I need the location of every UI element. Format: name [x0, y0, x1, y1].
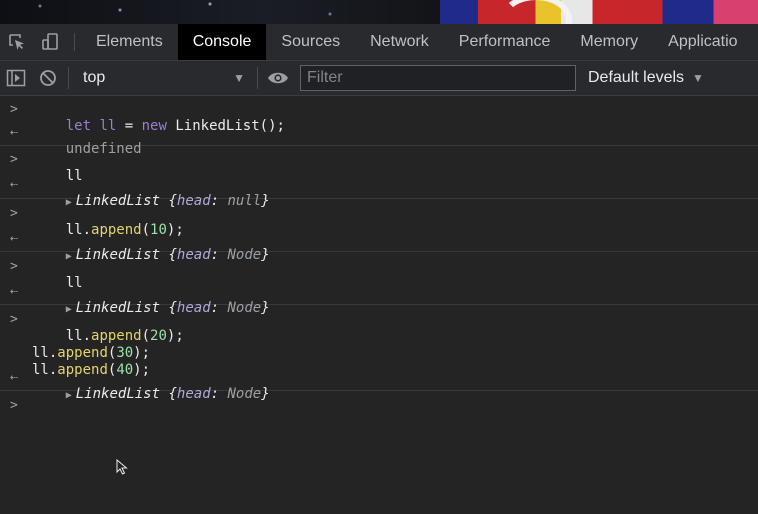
banner-artwork	[440, 0, 758, 24]
input-chevron-icon: >	[10, 206, 18, 221]
tab-console[interactable]: Console	[177, 24, 267, 60]
devtools-tabbar: Elements Console Sources Network Perform…	[0, 24, 758, 61]
tab-sources[interactable]: Sources	[266, 24, 355, 60]
tab-performance[interactable]: Performance	[444, 24, 566, 60]
context-selector[interactable]: top ▼	[73, 61, 253, 95]
console-input-entry[interactable]: > ll	[0, 146, 758, 184]
console-output[interactable]: > let ll = new LinkedList(); ⇠ undefined >…	[0, 96, 758, 514]
inspect-element-icon[interactable]	[0, 24, 34, 60]
context-selector-label: top	[83, 69, 106, 86]
input-chevron-icon: >	[10, 102, 18, 117]
console-input-entry[interactable]: > ll.append(20); ll.append(30); ll.append…	[0, 305, 758, 378]
tab-divider	[74, 33, 75, 51]
chevron-down-icon: ▼	[233, 71, 245, 85]
input-chevron-icon: >	[10, 312, 18, 327]
log-levels-dropdown[interactable]: Default levels ▼	[588, 69, 704, 87]
tab-memory[interactable]: Memory	[565, 24, 653, 60]
console-output-entry: ⇠ undefined	[0, 120, 758, 157]
tab-network[interactable]: Network	[355, 24, 444, 60]
output-return-icon: ⇠	[10, 177, 18, 192]
console-output-entry[interactable]: ⇠ ▶ LinkedList {head: Node}	[0, 363, 758, 402]
console-input-entry[interactable]: > let ll = new LinkedList();	[0, 96, 758, 134]
output-return-icon: ⇠	[10, 284, 18, 299]
output-return-icon: ⇠	[10, 370, 18, 385]
device-toolbar-icon[interactable]	[34, 24, 68, 60]
console-input-entry[interactable]: > ll.append(10);	[0, 199, 758, 238]
console-toolbar: top ▼ Default levels ▼	[0, 61, 758, 96]
sidebar-toggle-icon[interactable]	[0, 61, 32, 95]
page-banner-strip	[0, 0, 758, 24]
toolbar-divider	[257, 67, 258, 89]
clear-console-icon[interactable]	[32, 61, 64, 95]
output-return-icon: ⇠	[10, 231, 18, 246]
tab-application[interactable]: Applicatio	[653, 24, 752, 60]
mouse-pointer-icon	[116, 459, 128, 475]
input-chevron-icon: >	[10, 259, 18, 274]
chevron-down-icon: ▼	[692, 71, 704, 85]
output-return-icon: ⇠	[10, 125, 18, 140]
toolbar-divider	[68, 67, 69, 89]
console-input-entry[interactable]: > ll	[0, 252, 758, 291]
input-chevron-icon: >	[10, 152, 18, 167]
filter-input[interactable]	[300, 65, 576, 91]
tab-elements[interactable]: Elements	[81, 24, 178, 60]
console-output-entry[interactable]: ⇠ ▶ LinkedList {head: null}	[0, 170, 758, 209]
log-levels-label: Default levels	[588, 69, 685, 86]
console-output-entry[interactable]: ⇠ ▶ LinkedList {head: Node}	[0, 224, 758, 263]
live-expression-eye-icon[interactable]	[262, 61, 294, 95]
console-prompt[interactable]: >	[0, 391, 758, 421]
prompt-chevron-icon: >	[10, 398, 18, 413]
console-output-entry[interactable]: ⇠ ▶ LinkedList {head: Node}	[0, 277, 758, 316]
banner-starfield	[0, 0, 440, 24]
